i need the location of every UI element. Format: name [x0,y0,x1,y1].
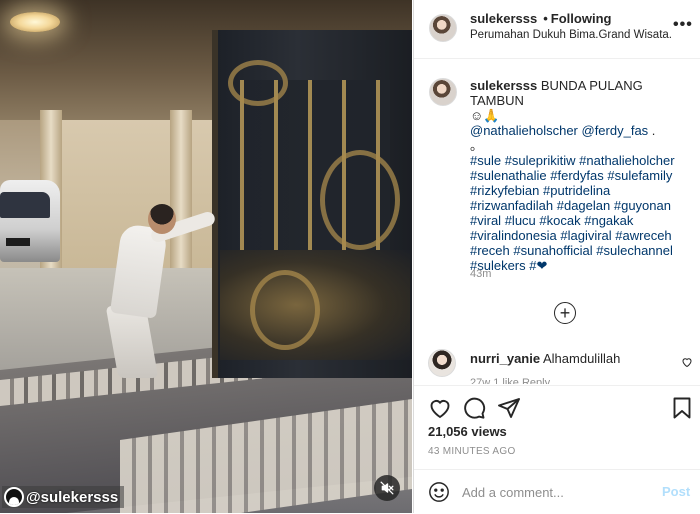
smile-icon[interactable] [428,481,450,503]
caption-emoji: ☺🙏 [470,108,500,123]
heart-icon[interactable] [428,396,452,420]
video-pillar [170,110,192,280]
hashtag-link[interactable]: #sulefamily [607,168,672,183]
following-status[interactable]: Following [551,11,612,26]
author-line: sulekersss • Following [470,11,611,26]
more-options-icon: ••• [673,16,693,33]
load-more-comments-button[interactable]: + [554,302,576,324]
mute-button[interactable] [374,475,400,501]
video-player[interactable]: @sulekersss [0,0,412,513]
hashtag-link[interactable]: #suleprikitiw [505,153,576,168]
comment-like-icon[interactable] [681,356,693,368]
comment-input[interactable] [462,480,652,504]
speaker-muted-icon [380,481,394,495]
person-figure [148,204,176,234]
mention-link[interactable]: @ferdy_fas [582,123,649,138]
author-avatar[interactable] [429,14,457,42]
hashtag-link[interactable]: #awreceh [615,228,671,243]
post-comment-button[interactable]: Post [662,484,690,499]
hashtag-link[interactable]: #sunahofficial [513,243,592,258]
caption-separator: 。 [470,138,484,153]
more-options-button[interactable]: ••• [673,16,693,34]
location-link[interactable]: Perumahan Dukuh Bima.Grand Wisata. [470,29,672,41]
comment-body: Alhamdulillah [543,351,621,366]
post-header: sulekersss • Following Perumahan Dukuh Bim… [414,0,700,59]
hashtag-link[interactable]: #receh [470,243,510,258]
hashtag-link[interactable]: #dagelan [557,198,611,213]
hashtag-link[interactable]: #guyonan [614,198,671,213]
hashtag-link[interactable]: #ngakak [584,213,633,228]
hashtag-link[interactable]: #viralindonesia [470,228,557,243]
car-plate [6,238,30,246]
hashtag-link[interactable]: #putridelina [543,183,610,198]
hashtag-link[interactable]: #nathalieholcher [579,153,674,168]
caption-avatar[interactable] [429,78,457,106]
mention-link[interactable]: @nathalieholscher [470,123,578,138]
post-caption: sulekersss BUNDA PULANG TAMBUN ☺🙏 @natha… [470,78,694,273]
gate-ornament [250,270,320,350]
hashtag-link[interactable]: #sule [470,153,501,168]
action-bar-divider [414,385,700,386]
bookmark-icon[interactable] [670,396,694,420]
gate-ornament [228,60,288,106]
caption-username[interactable]: sulekersss [470,78,537,93]
hashtag-link[interactable]: #lagiviral [560,228,611,243]
hashtag-link[interactable]: #sulechannel [596,243,673,258]
gate-ornament [320,150,400,250]
author-username[interactable]: sulekersss [470,11,537,26]
caption-punctuation: . [651,123,656,138]
plus-circle-icon: + [559,303,571,323]
video-watermark: @sulekersss [2,486,125,508]
hashtag-link[interactable]: #sulenathalie [470,168,547,183]
comment-icon[interactable] [462,396,486,420]
caption-timestamp: 43m [470,268,492,280]
watermark-avatar-icon [4,487,24,507]
hashtag-link[interactable]: #viral [470,213,501,228]
hashtag-link[interactable]: #lucu [505,213,536,228]
post-timestamp[interactable]: 43 MINUTES AGO [428,446,516,457]
watermark-text: @sulekersss [26,488,119,506]
view-count[interactable]: 21,056 views [428,424,507,439]
add-comment-bar: Post [414,469,700,514]
commenter-username[interactable]: nurri_yanie [470,351,540,366]
hashtag-link[interactable]: #❤ [529,258,547,273]
car-window [0,192,50,218]
hashtag-link[interactable]: #ferdyfas [550,168,603,183]
hashtag-link[interactable]: #rizkyfebian [470,183,539,198]
comment-meta-clipped: 27w 1 like Reply [470,377,551,384]
ceiling-lamp [10,12,60,32]
hashtag-link[interactable]: #kocak [539,213,580,228]
separator-dot: • [543,11,548,26]
comment-row: nurri_yanie Alhamdulillah [470,351,620,366]
send-icon[interactable] [497,396,521,420]
post-sidebar: sulekersss • Following Perumahan Dukuh Bim… [413,0,700,513]
hashtag-link[interactable]: #rizwanfadilah [470,198,553,213]
commenter-avatar[interactable] [428,349,456,377]
